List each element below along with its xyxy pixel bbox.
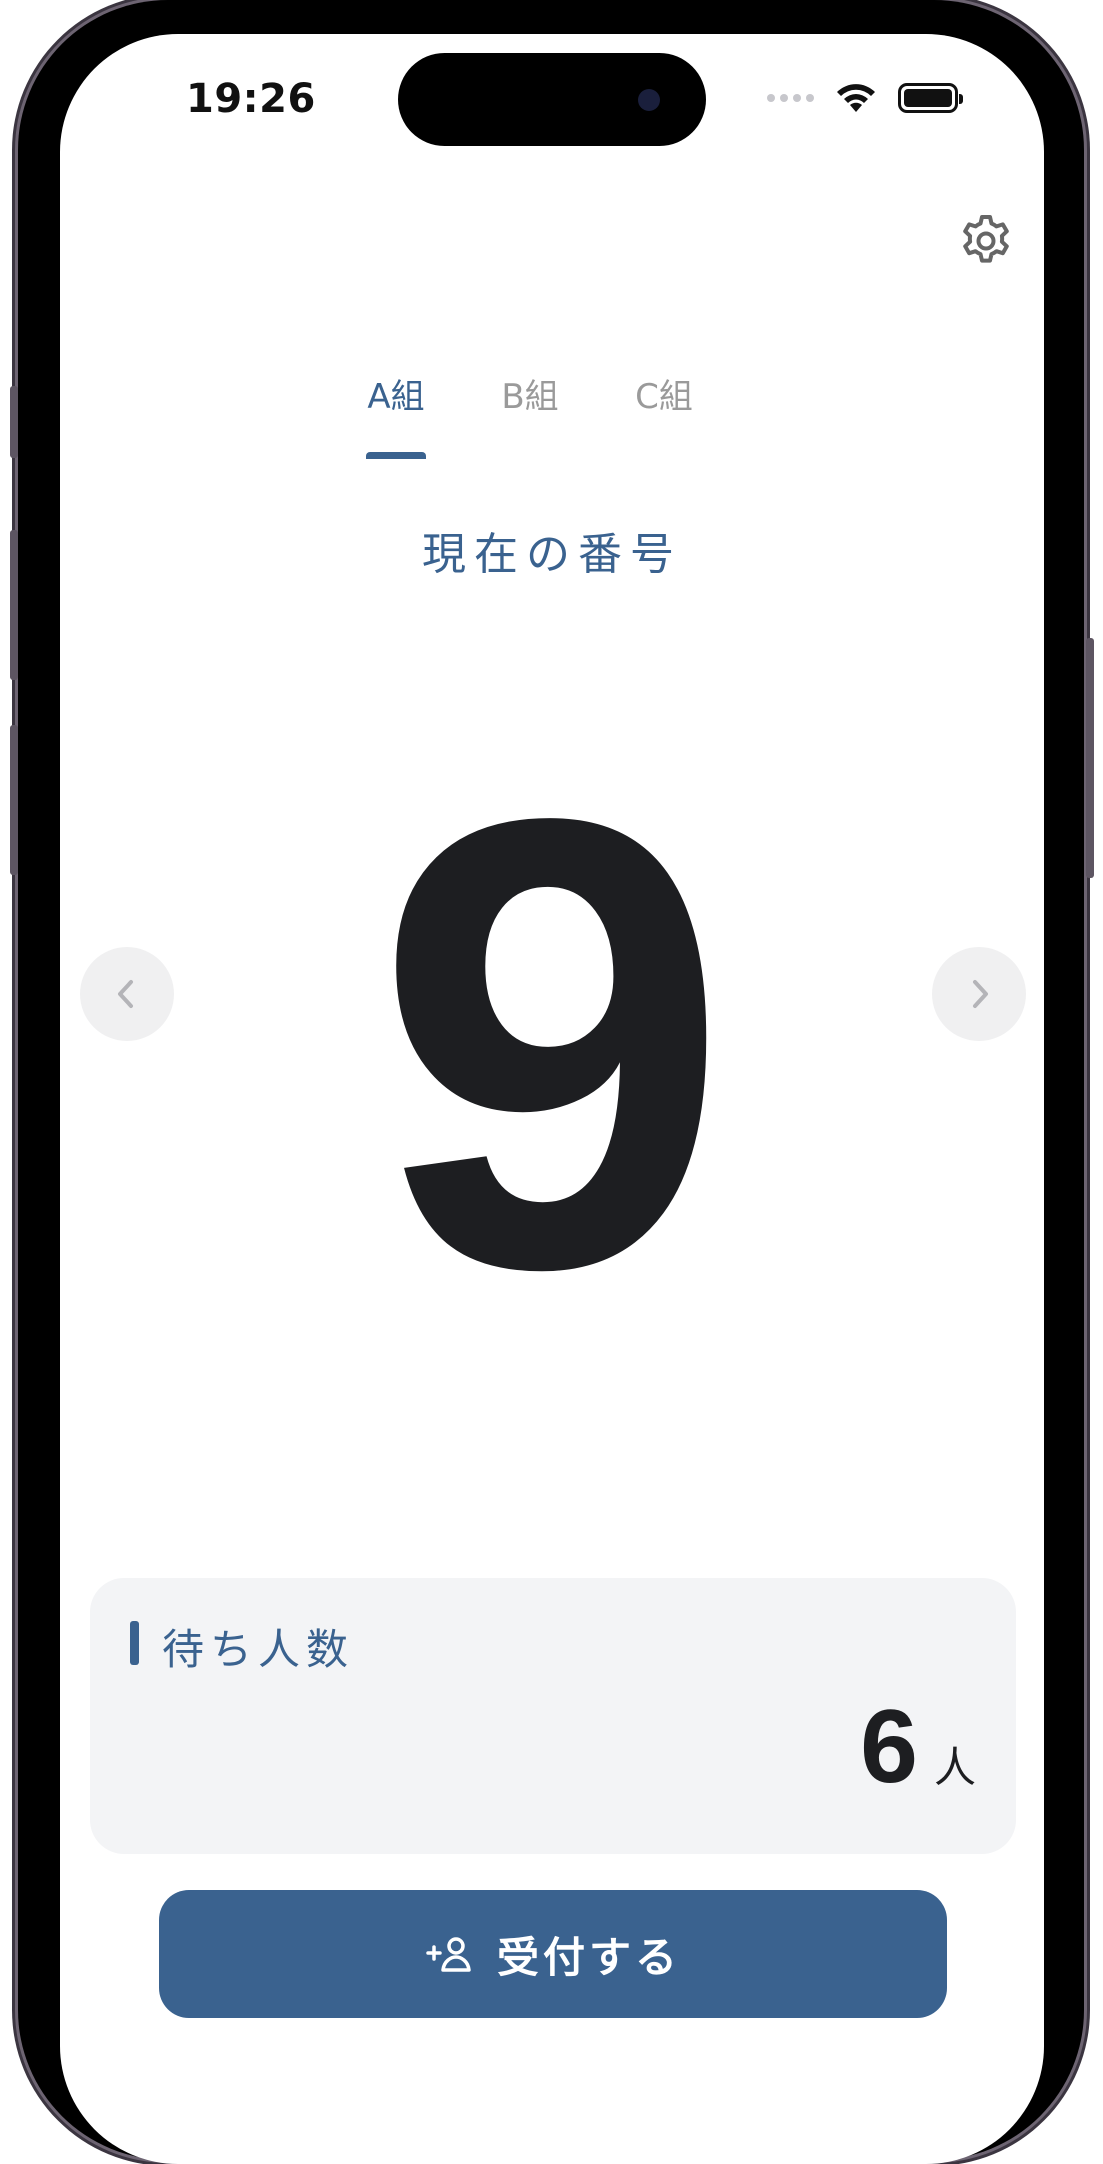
previous-number-button[interactable] — [80, 947, 174, 1041]
waiting-count-unit: 人 — [933, 1743, 976, 1792]
chevron-right-icon — [973, 980, 988, 1008]
waiting-count-value: 6 人 — [860, 1688, 976, 1807]
tab-group-c[interactable]: C組 — [632, 369, 696, 459]
active-tab-indicator — [366, 452, 426, 459]
dynamic-island — [398, 53, 706, 146]
gear-icon — [963, 215, 1009, 263]
tab-label: B組 — [501, 377, 559, 417]
device-side-button-power — [1086, 638, 1094, 878]
tab-group-b[interactable]: B組 — [498, 369, 562, 459]
person-add-icon — [426, 1937, 471, 1972]
wifi-icon — [837, 84, 875, 112]
chevron-left-icon — [118, 980, 133, 1008]
status-indicators — [767, 82, 963, 114]
waiting-count-card: 待ち人数 6 人 — [90, 1578, 1016, 1854]
device-side-button-silent — [10, 386, 18, 458]
status-time: 19:26 — [186, 76, 316, 122]
waiting-count-label: 待ち人数 — [162, 1625, 355, 1674]
device-side-button-volume-up — [10, 530, 18, 680]
waiting-accent-bar — [130, 1621, 139, 1665]
app-screen: 19:26 A組 B組 C組 現在の番号 9 待ち人数 6 人 受付する — [60, 34, 1044, 2164]
current-number-label: 現在の番号 — [422, 529, 682, 580]
group-tabs: A組 B組 C組 — [366, 369, 746, 459]
waiting-count-number: 6 — [860, 1689, 918, 1805]
next-number-button[interactable] — [932, 947, 1026, 1041]
tab-group-a[interactable]: A組 — [366, 369, 426, 459]
battery-icon — [898, 83, 963, 113]
cellular-signal-icon — [767, 94, 814, 102]
settings-button[interactable] — [958, 213, 1014, 269]
tab-label: A組 — [367, 377, 425, 417]
current-number: 9 — [374, 686, 730, 1401]
front-camera-icon — [638, 89, 660, 111]
device-side-button-volume-down — [10, 725, 18, 875]
accept-button-label: 受付する — [496, 1932, 681, 1982]
tab-label: C組 — [635, 377, 693, 417]
accept-button[interactable]: 受付する — [159, 1890, 947, 2018]
